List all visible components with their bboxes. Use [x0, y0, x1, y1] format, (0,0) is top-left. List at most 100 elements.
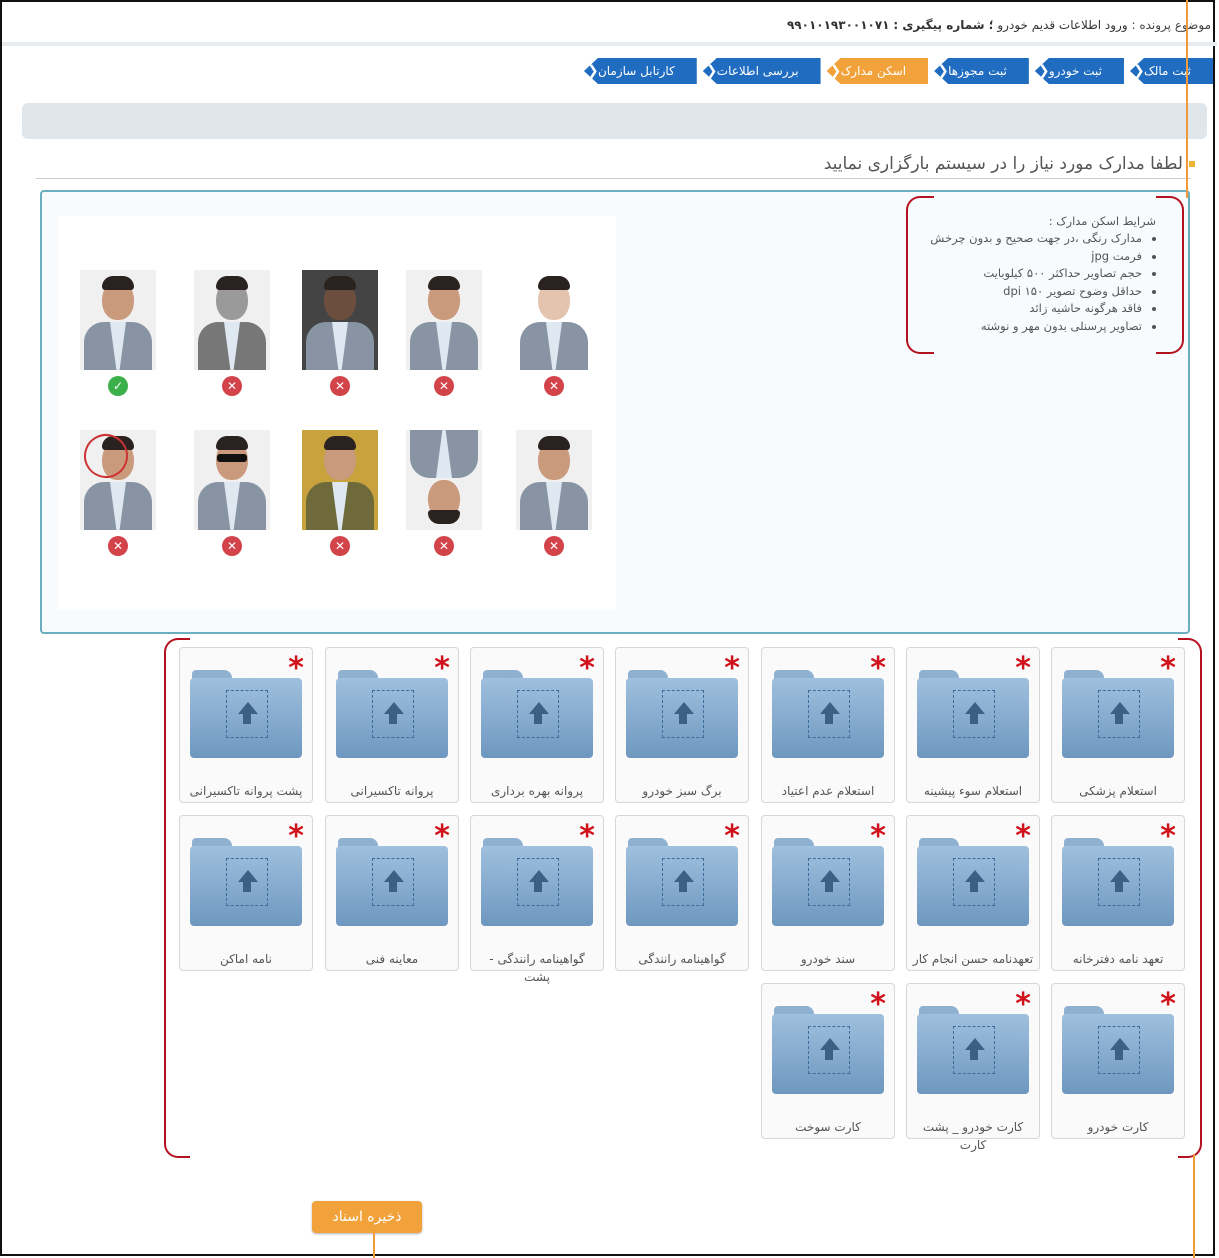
example-photo: ✓ — [78, 270, 158, 396]
step-label: ثبت خودرو — [1048, 64, 1102, 78]
document-upload-tile[interactable]: * معاینه فنی — [325, 815, 459, 971]
cross-icon: ✕ — [222, 536, 242, 556]
step-label: ثبت مالک — [1143, 64, 1191, 78]
section-header-band — [22, 103, 1207, 139]
cross-icon: ✕ — [434, 536, 454, 556]
document-upload-tile[interactable]: * استعلام عدم اعتیاد — [761, 647, 895, 803]
document-label: استعلام عدم اعتیاد — [781, 784, 875, 798]
document-label: پروانه بهره برداری — [490, 784, 584, 798]
step-cartable[interactable]: کارتابل سازمان ❮ — [583, 58, 697, 84]
document-upload-tile[interactable]: * استعلام سوء پیشینه — [906, 647, 1040, 803]
upload-folder-icon[interactable] — [481, 838, 593, 926]
upload-folder-icon[interactable] — [1062, 1006, 1174, 1094]
scan-conditions: شرایط اسکن مدارک : مدارک رنگی ،در جهت صح… — [930, 214, 1156, 335]
example-photo: ✕ — [192, 430, 272, 556]
chevron-left-icon: ❮ — [705, 63, 718, 79]
upload-folder-icon[interactable] — [190, 670, 302, 758]
step-review[interactable]: بررسی اطلاعات ❮ — [702, 58, 821, 84]
required-asterisk: * — [870, 987, 886, 1022]
required-asterisk: * — [288, 819, 304, 854]
required-asterisk: * — [724, 651, 740, 686]
upload-folder-icon[interactable] — [190, 838, 302, 926]
document-upload-tile[interactable]: * پشت پروانه تاکسیرانی — [179, 647, 313, 803]
conditions-title: شرایط اسکن مدارک : — [1048, 214, 1156, 228]
upload-folder-icon[interactable] — [772, 670, 884, 758]
portrait-image — [516, 270, 592, 370]
document-label: معاینه فنی — [365, 952, 419, 966]
cross-icon: ✕ — [330, 376, 350, 396]
document-upload-tile[interactable]: * سند خودرو — [761, 815, 895, 971]
document-upload-tile[interactable]: * تعهد نامه دفترخانه — [1051, 815, 1185, 971]
required-asterisk: * — [870, 651, 886, 686]
required-asterisk: * — [870, 819, 886, 854]
upload-folder-icon[interactable] — [626, 838, 738, 926]
annotation-callout-line — [1193, 1154, 1195, 1258]
condition-item: فرمت jpg — [930, 248, 1142, 266]
annotation-bracket — [1156, 196, 1184, 354]
condition-item: فاقد هرگونه حاشیه زائد — [930, 300, 1142, 318]
document-upload-tile[interactable]: * کارت خودرو — [1051, 983, 1185, 1139]
example-photo: ✕ — [404, 270, 484, 396]
chevron-left-icon: ❮ — [1132, 63, 1145, 79]
wizard-steps: ثبت مالک ❮ ثبت خودرو ❮ ثبت مجوزها ❮ اسکن مد… — [583, 58, 1213, 84]
step-owner[interactable]: ثبت مالک ❮ — [1129, 58, 1213, 84]
document-upload-tile[interactable]: * استعلام پزشکی — [1051, 647, 1185, 803]
document-upload-tile[interactable]: * برگ سبز خودرو — [615, 647, 749, 803]
subject-bar: موضوع پرونده : ورود اطلاعات قدیم خودرو ؛… — [787, 18, 1211, 32]
document-label: سند خودرو — [800, 952, 856, 966]
cross-icon: ✕ — [222, 376, 242, 396]
document-upload-tile[interactable]: * کارت خودرو _ پشت کارت — [906, 983, 1040, 1152]
cross-icon: ✕ — [544, 536, 564, 556]
upload-folder-icon[interactable] — [1062, 670, 1174, 758]
upload-folder-icon[interactable] — [917, 1006, 1029, 1094]
document-label: کارت خودرو _ پشت کارت — [922, 1120, 1024, 1152]
portrait-image — [194, 270, 270, 370]
document-label: پروانه تاکسیرانی — [350, 784, 434, 798]
document-upload-tile[interactable]: * گواهینامه رانندگی — [615, 815, 749, 971]
upload-folder-icon[interactable] — [1062, 838, 1174, 926]
save-documents-button[interactable]: ذخیره اسناد — [312, 1201, 422, 1233]
example-photo: ✕ — [514, 270, 594, 396]
document-upload-tile[interactable]: * تعهدنامه حسن انجام کار — [906, 815, 1040, 971]
document-label: کارت خودرو — [1087, 1120, 1149, 1134]
required-asterisk: * — [288, 651, 304, 686]
subject-value: ورود اطلاعات قدیم خودرو — [997, 18, 1128, 32]
condition-item: تصاویر پرسنلی بدون مهر و نوشته — [930, 318, 1142, 336]
annotation-bracket — [906, 196, 934, 354]
step-label: اسکن مدارک — [840, 64, 907, 78]
document-upload-tile[interactable]: * پروانه تاکسیرانی — [325, 647, 459, 803]
instruction-heading: لطفا مدارک مورد نیاز را در سیستم بارگزار… — [824, 154, 1195, 174]
cross-icon: ✕ — [108, 536, 128, 556]
required-asterisk: * — [1160, 987, 1176, 1022]
upload-folder-icon[interactable] — [772, 1006, 884, 1094]
portrait-image — [516, 430, 592, 530]
subject-label: موضوع پرونده : — [1131, 18, 1211, 32]
document-upload-tile[interactable]: * پروانه بهره برداری — [470, 647, 604, 803]
upload-folder-icon[interactable] — [917, 838, 1029, 926]
upload-folder-icon[interactable] — [772, 838, 884, 926]
portrait-image — [80, 270, 156, 370]
step-scan-documents[interactable]: اسکن مدارک ❮ — [826, 58, 929, 84]
upload-folder-icon[interactable] — [336, 670, 448, 758]
step-permits[interactable]: ثبت مجوزها ❮ — [934, 58, 1029, 84]
upload-folder-icon[interactable] — [626, 670, 738, 758]
required-asterisk: * — [1015, 987, 1031, 1022]
bullet-icon — [1189, 161, 1195, 167]
instruction-text: لطفا مدارک مورد نیاز را در سیستم بارگزار… — [823, 154, 1183, 174]
annotation-callout-line — [1186, 0, 1188, 198]
document-upload-tile[interactable]: * نامه اماکن — [179, 815, 313, 971]
example-photo: ✕ — [300, 270, 380, 396]
example-photo: ✕ — [192, 270, 272, 396]
document-upload-tile[interactable]: * گواهینامه رانندگی - پشت — [470, 815, 604, 984]
document-label: کارت سوخت — [795, 1120, 861, 1134]
cross-icon: ✕ — [544, 376, 564, 396]
upload-folder-icon[interactable] — [481, 670, 593, 758]
upload-folder-icon[interactable] — [917, 670, 1029, 758]
chevron-left-icon: ❮ — [586, 63, 599, 79]
step-vehicle[interactable]: ثبت خودرو ❮ — [1034, 58, 1124, 84]
chevron-left-icon: ❮ — [829, 63, 842, 79]
upload-folder-icon[interactable] — [336, 838, 448, 926]
scan-guide-panel: ✓ ✕ ✕ ✕ ✕ ✕ ✕ ✕ ✕ ✕ شرایط اسکن مدارک : مدارک رنگی… — [40, 190, 1190, 634]
document-label: تعهد نامه دفترخانه — [1072, 952, 1164, 966]
document-upload-tile[interactable]: * کارت سوخت — [761, 983, 895, 1139]
